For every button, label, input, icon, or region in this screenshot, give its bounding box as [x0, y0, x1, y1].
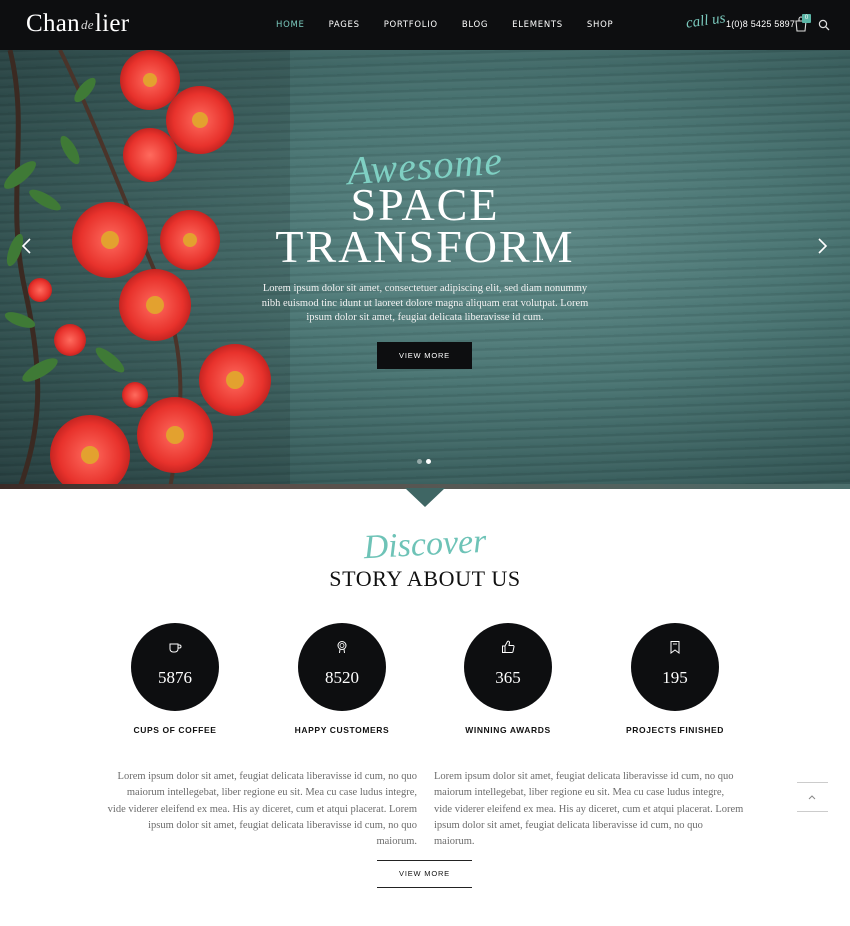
- top-navbar: Chandelier HOME PAGES PORTFOLIO BLOG ELE…: [0, 0, 850, 50]
- logo-text-right: lier: [94, 10, 130, 37]
- menu-item-elements[interactable]: ELEMENTS: [500, 20, 575, 30]
- coffee-cup-icon: [169, 643, 182, 653]
- about-view-more-button[interactable]: VIEW MORE: [377, 860, 472, 888]
- stat-cups-of-coffee: 5876 CUPS OF COFFEE: [105, 623, 245, 735]
- hero-title-line2: TRANSFORM: [275, 221, 575, 272]
- logo-text-left: Chan: [26, 10, 80, 37]
- stat-label: HAPPY CUSTOMERS: [294, 725, 390, 735]
- stat-label: PROJECTS FINISHED: [625, 725, 725, 735]
- stat-winning-awards: 365 WINNING AWARDS: [438, 623, 578, 735]
- hero-description: Lorem ipsum dolor sit amet, consectetuer…: [261, 283, 589, 323]
- thumbs-up-icon: [502, 640, 515, 653]
- hero-view-more-button[interactable]: VIEW MORE: [377, 342, 472, 369]
- menu-item-home[interactable]: HOME: [264, 20, 317, 30]
- stat-circle: 8520: [298, 623, 386, 711]
- menu-item-portfolio[interactable]: PORTFOLIO: [372, 20, 450, 30]
- cart-count-badge: 0: [802, 14, 811, 23]
- main-menu: HOME PAGES PORTFOLIO BLOG ELEMENTS SHOP: [264, 0, 625, 50]
- chevron-up-icon: [808, 795, 816, 800]
- scroll-to-top-button[interactable]: [797, 782, 828, 812]
- arrow-left-icon[interactable]: [20, 236, 34, 256]
- stat-happy-customers: 8520 HAPPY CUSTOMERS: [272, 623, 412, 735]
- stat-number: 8520: [325, 668, 359, 687]
- slider-dot-active[interactable]: [426, 459, 431, 464]
- stat-circle: 365: [464, 623, 552, 711]
- stat-number: 195: [662, 668, 688, 687]
- slider-dot[interactable]: [417, 459, 422, 464]
- award-medal-icon: [337, 641, 347, 654]
- phone-number[interactable]: 1(0)8 5425 5897: [726, 19, 795, 29]
- logo-text-mid: de: [80, 17, 94, 32]
- cart-icon[interactable]: 0: [794, 14, 811, 34]
- stat-circle: 5876: [131, 623, 219, 711]
- site-logo[interactable]: Chandelier: [26, 10, 129, 38]
- stat-label: WINNING AWARDS: [465, 725, 551, 735]
- menu-item-shop[interactable]: SHOP: [575, 20, 625, 30]
- bookmark-icon: [670, 641, 680, 654]
- stat-number: 365: [495, 668, 521, 687]
- about-title: STORY ABOUT US: [329, 566, 521, 591]
- menu-item-pages[interactable]: PAGES: [317, 20, 372, 30]
- stat-label: CUPS OF COFFEE: [133, 725, 217, 735]
- about-paragraph-left: Lorem ipsum dolor sit amet, feugiat deli…: [107, 771, 417, 848]
- hero-slider: Awesome SPACE TRANSFORM Lorem ipsum dolo…: [0, 50, 850, 488]
- stat-circle: 195: [631, 623, 719, 711]
- stat-projects-finished: 195 PROJECTS FINISHED: [605, 623, 745, 735]
- slider-dots: [417, 459, 431, 464]
- hero-pointer-arrow: [405, 488, 445, 507]
- menu-item-blog[interactable]: BLOG: [450, 20, 500, 30]
- arrow-right-icon[interactable]: [815, 236, 829, 256]
- search-icon[interactable]: [818, 18, 832, 32]
- about-paragraph-right: Lorem ipsum dolor sit amet, feugiat deli…: [434, 771, 744, 848]
- stat-number: 5876: [158, 668, 192, 687]
- call-us-label: call us: [685, 10, 727, 32]
